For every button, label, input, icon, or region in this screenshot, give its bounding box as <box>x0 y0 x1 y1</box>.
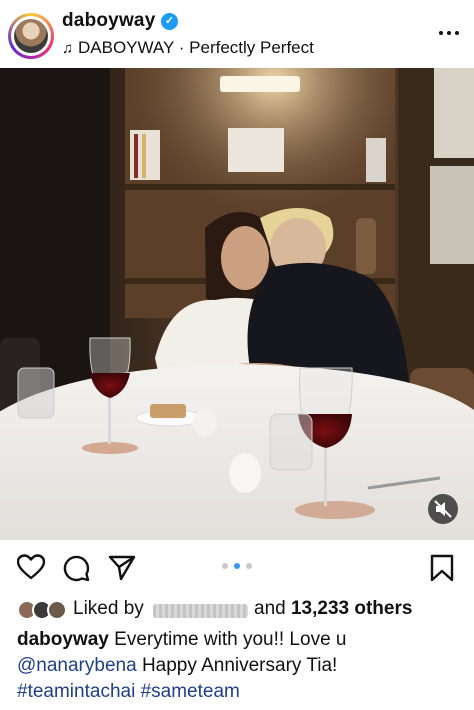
liker-avatar <box>47 600 67 620</box>
comment-icon[interactable] <box>62 554 90 587</box>
carousel-dot <box>246 563 252 569</box>
carousel-dot <box>222 563 228 569</box>
caption-hashtags[interactable]: #teamintachai #sameteam <box>17 681 240 702</box>
likes-others-count: 13,233 others <box>290 598 413 619</box>
likes-row[interactable]: Liked by and 13,233 others <box>0 597 474 623</box>
likes-and-text: and <box>254 598 291 619</box>
likes-count[interactable]: and 13,233 others <box>254 598 412 620</box>
more-options-icon[interactable] <box>438 22 460 44</box>
avatar-image <box>14 19 48 53</box>
profile-avatar[interactable] <box>8 13 54 59</box>
carousel-indicator <box>222 563 252 569</box>
mute-icon[interactable] <box>428 494 458 524</box>
post-username[interactable]: daboyway <box>62 10 155 32</box>
bookmark-icon[interactable] <box>430 554 454 587</box>
heart-icon[interactable] <box>16 554 46 585</box>
redacted-username <box>153 604 248 618</box>
caption-mention-link[interactable]: @nanarybena <box>17 655 137 676</box>
send-icon[interactable] <box>108 554 136 587</box>
caption-username[interactable]: daboyway <box>17 629 109 650</box>
audio-track-label: DABOYWAY · Perfectly Perfect <box>78 38 314 57</box>
post-photo[interactable] <box>0 68 474 540</box>
verified-badge-icon: ✓ <box>161 13 178 30</box>
music-note-icon: ♫ <box>62 40 74 57</box>
caption-line-2: @nanarybena Happy Anniversary Tia! <box>17 653 467 679</box>
caption-text: Everytime with you!! Love u <box>114 629 347 650</box>
audio-track-link[interactable]: ♫ DABOYWAY · Perfectly Perfect <box>62 38 314 58</box>
post-header: daboyway ✓ ♫ DABOYWAY · Perfectly Perfect <box>0 0 474 68</box>
caption-line-3: #teamintachai #sameteam <box>17 679 467 705</box>
caption-line-1: daboyway Everytime with you!! Love u <box>17 627 467 653</box>
post-caption: daboyway Everytime with you!! Love u @na… <box>17 627 467 705</box>
likes-prefix: Liked by <box>73 598 144 619</box>
caption-anniversary-text: Happy Anniversary Tia! <box>141 655 338 676</box>
carousel-dot-active <box>234 563 240 569</box>
dinner-photo <box>0 68 474 540</box>
